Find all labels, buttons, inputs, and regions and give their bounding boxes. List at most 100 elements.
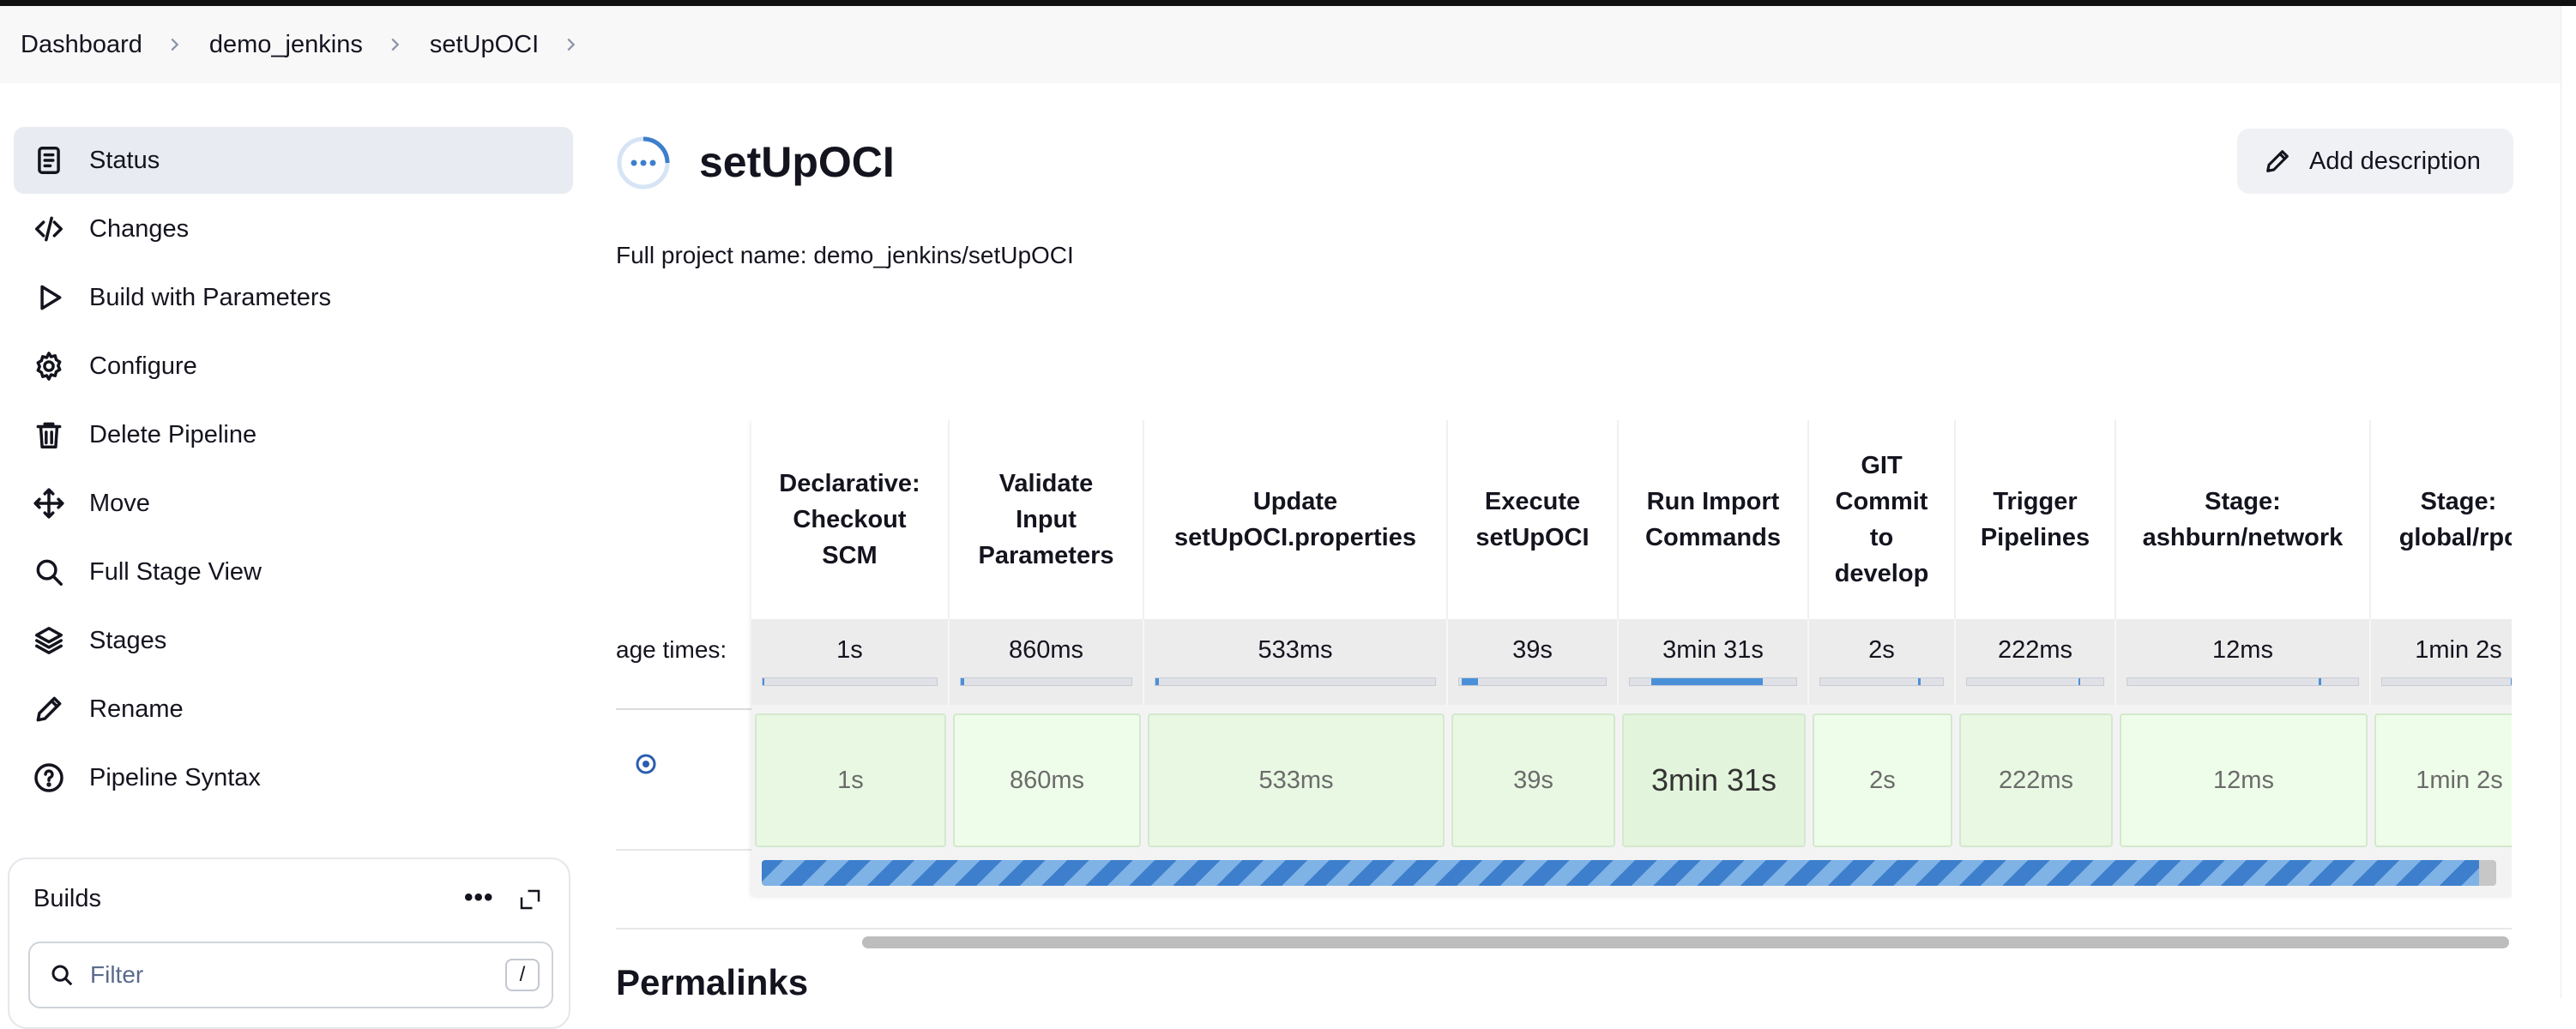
row-divider [616, 849, 751, 851]
stage-column: Stage: global/rpc 1min 2s 1min 2s [2371, 420, 2512, 896]
sidebar-item-build-with-parameters[interactable]: Build with Parameters [14, 264, 573, 331]
chevron-right-icon[interactable] [385, 35, 404, 54]
stage-run-cell[interactable]: 1min 2s [2374, 713, 2512, 847]
average-time-fill [2510, 678, 2512, 685]
stage-average-time: 1s [751, 619, 950, 705]
page-scrollbar[interactable] [2561, 6, 2576, 998]
average-time-fill [1462, 678, 1479, 685]
stage-header: Run Import Commands [1619, 420, 1809, 619]
sidebar-item-delete-pipeline[interactable]: Delete Pipeline [14, 401, 573, 468]
builds-widget: Builds ••• / [8, 858, 570, 1029]
in-progress-run-icon[interactable] [635, 753, 657, 775]
stage-run-cell[interactable]: 1s [755, 713, 946, 847]
expand-icon[interactable] [517, 887, 543, 912]
average-time-fill [2319, 678, 2322, 685]
stage-header: Validate Input Parameters [950, 420, 1144, 619]
stage-column: GIT Commit to develop 2s 2s [1809, 420, 1956, 896]
sidebar-item-configure[interactable]: Configure [14, 333, 573, 400]
stage-column: Validate Input Parameters 860ms 860ms [950, 420, 1144, 896]
sidebar-item-label: Delete Pipeline [89, 420, 257, 448]
stage-average-time: 39s [1448, 619, 1619, 705]
stage-average-time: 2s [1809, 619, 1956, 705]
permalinks-heading: Permalinks [616, 962, 809, 1002]
play-icon [33, 281, 65, 314]
sidebar-item-move[interactable]: Move [14, 470, 573, 537]
stage-run-cell[interactable]: 533ms [1148, 713, 1445, 847]
average-time-track [2127, 677, 2359, 686]
sidebar-item-pipeline-syntax[interactable]: Pipeline Syntax [14, 744, 573, 811]
sidebar-item-stages[interactable]: Stages [14, 607, 573, 674]
sidebar-item-status[interactable]: Status [14, 127, 573, 194]
run-progress-fill [762, 860, 2479, 886]
stage-header: Declarative: Checkout SCM [751, 420, 950, 619]
sidebar-item-rename[interactable]: Rename [14, 676, 573, 743]
filter-input[interactable] [88, 960, 469, 990]
document-icon [33, 144, 65, 177]
keyboard-shortcut-badge: / [505, 959, 540, 991]
breadcrumb-demo-jenkins[interactable]: demo_jenkins [209, 31, 363, 59]
stage-header: Stage: ashburn/network [2116, 420, 2371, 619]
sidebar-item-label: Status [89, 146, 160, 174]
average-time-track [2381, 677, 2512, 686]
stage-average-time: 222ms [1956, 619, 2116, 705]
stage-view: age times: Declarative: Checkout SCM 1s 1s… [616, 420, 2512, 935]
more-options-button[interactable]: ••• [464, 883, 494, 912]
stage-run-cell[interactable]: 860ms [953, 713, 1141, 847]
gear-icon [33, 350, 65, 382]
stage-average-time: 3min 31s [1619, 619, 1809, 705]
chevron-right-icon[interactable] [561, 35, 580, 54]
stage-header: Update setUpOCI.properties [1144, 420, 1448, 619]
chevron-right-icon[interactable] [165, 35, 184, 54]
sidebar-item-label: Pipeline Syntax [89, 763, 261, 791]
stage-column: Execute setUpOCI 39s 39s [1448, 420, 1619, 896]
average-time-fill [2078, 678, 2081, 685]
stage-column: Trigger Pipelines 222ms 222ms [1956, 420, 2116, 896]
sidebar-item-label: Configure [89, 352, 197, 380]
window-top-bar [0, 0, 2576, 6]
average-time-fill [1651, 678, 1764, 685]
sidebar-item-full-stage-view[interactable]: Full Stage View [14, 539, 573, 605]
stage-average-time: 1min 2s [2371, 619, 2512, 705]
full-project-name: Full project name: demo_jenkins/setUpOCI [616, 242, 1074, 268]
stage-column: Stage: ashburn/network 12ms 12ms [2116, 420, 2371, 896]
stage-run-cell[interactable]: 12ms [2120, 713, 2368, 847]
stage-run-cell[interactable]: 39s [1451, 713, 1615, 847]
breadcrumb: Dashboard demo_jenkins setUpOCI [0, 6, 2561, 83]
average-time-track [960, 677, 1132, 686]
search-icon [51, 965, 73, 986]
stage-header: Stage: global/rpc [2371, 420, 2512, 619]
average-time-value: 222ms [1997, 636, 2073, 664]
average-time-fill [1155, 678, 1159, 685]
stage-run-cell[interactable]: 3min 31s [1622, 713, 1806, 847]
stage-header: Trigger Pipelines [1956, 420, 2116, 619]
breadcrumb-setupoci[interactable]: setUpOCI [430, 31, 539, 59]
average-time-fill [763, 678, 765, 685]
builds-filter: / [28, 942, 553, 1008]
stage-average-time: 533ms [1144, 619, 1448, 705]
average-time-value: 860ms [1008, 636, 1084, 664]
stage-average-time: 860ms [950, 619, 1144, 705]
pencil-icon [33, 693, 65, 725]
sidebar-item-label: Changes [89, 214, 190, 243]
horizontal-scrollbar[interactable] [862, 936, 2509, 948]
divider [616, 928, 2512, 930]
layers-icon [33, 624, 65, 657]
stage-run-cell[interactable]: 2s [1813, 713, 1952, 847]
stage-run-cell[interactable]: 222ms [1959, 713, 2113, 847]
average-time-track [1629, 677, 1797, 686]
sidebar-item-label: Build with Parameters [89, 283, 332, 311]
average-time-track [1458, 677, 1607, 686]
move-icon [33, 487, 65, 520]
code-icon [33, 213, 65, 245]
pencil-icon [2266, 150, 2289, 172]
page-title: setUpOCI [699, 138, 895, 186]
add-description-button[interactable]: Add description [2237, 129, 2513, 194]
average-time-value: 12ms [2212, 636, 2273, 664]
row-divider [616, 708, 751, 710]
sidebar-item-changes[interactable]: Changes [14, 196, 573, 262]
breadcrumb-dashboard[interactable]: Dashboard [21, 31, 142, 59]
average-time-track [1819, 677, 1944, 686]
average-time-value: 39s [1512, 636, 1553, 664]
stage-header: Execute setUpOCI [1448, 420, 1619, 619]
average-time-fill [1918, 678, 1921, 685]
